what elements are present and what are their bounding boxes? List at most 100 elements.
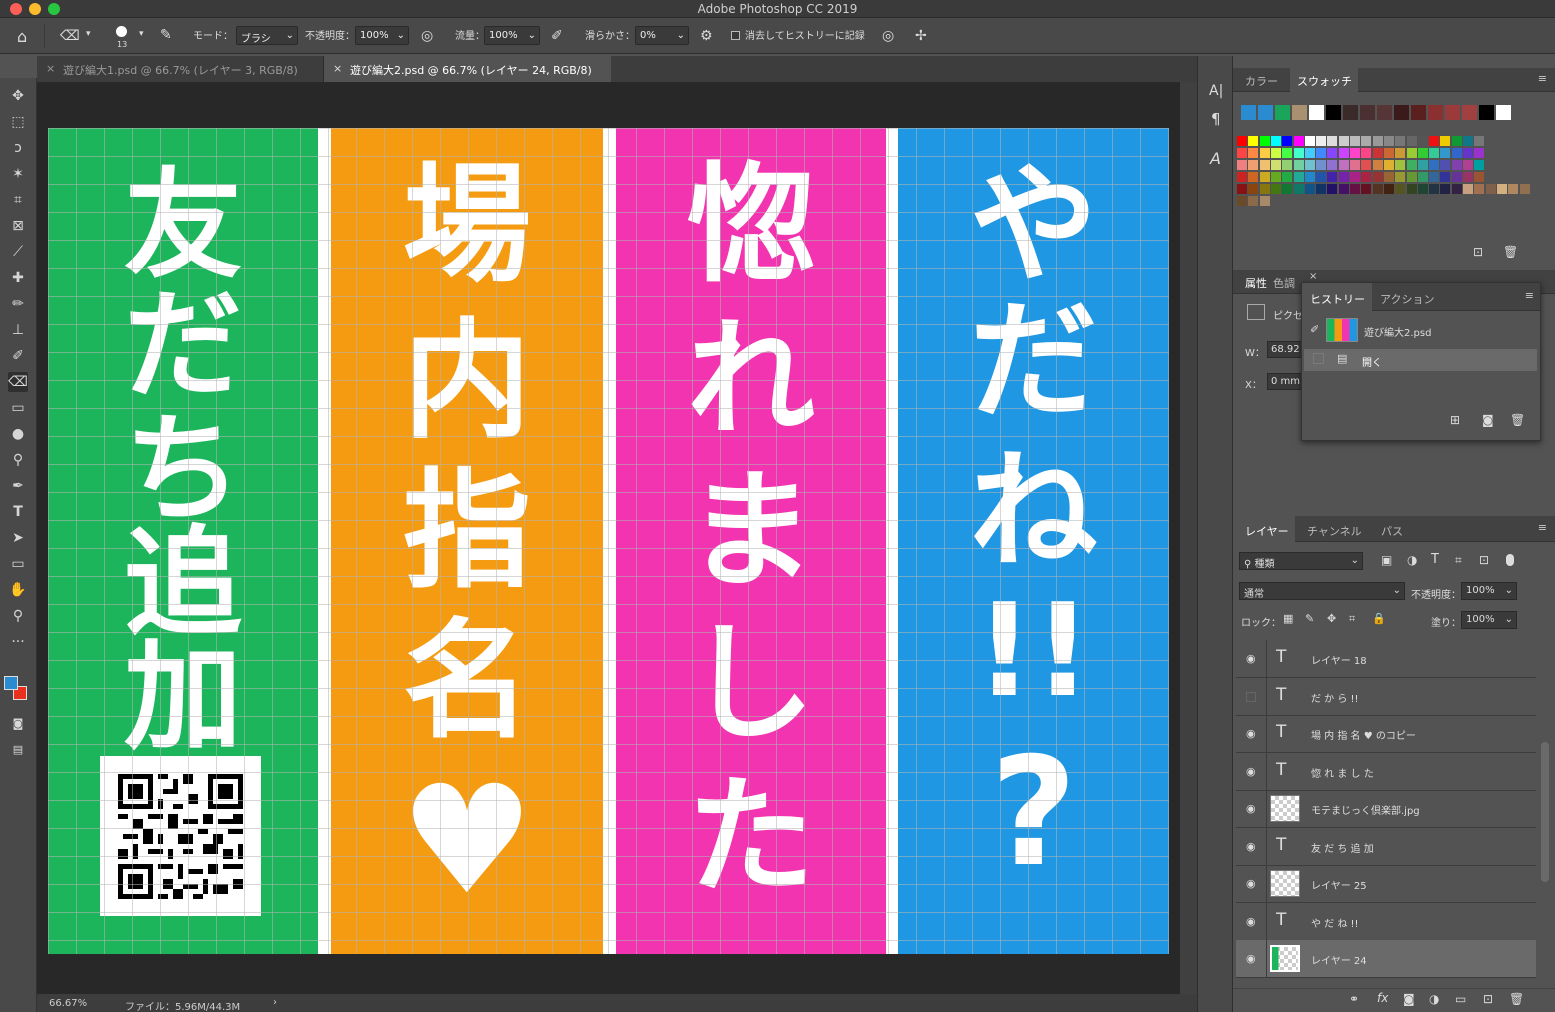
snapshot-name[interactable]: 遊び編大2.psd [1364,324,1431,339]
swatch[interactable] [1377,105,1392,120]
quick-mask-icon[interactable]: ◙ [8,714,28,734]
panel-menu-icon[interactable]: ≡ [1538,521,1547,534]
mode-select[interactable]: ブラシ ⌄ [236,26,298,45]
swatch[interactable] [1248,148,1259,158]
swatch[interactable] [1259,148,1270,158]
zoom-level[interactable]: 66.67% [49,998,87,1009]
panel-menu-icon[interactable]: ≡ [1538,72,1547,85]
swatch[interactable] [1394,105,1409,120]
document-canvas[interactable]: 友 だ ち 追 加 場 内 指 名 ♥ 惚 れ ま し た や だ ね !! ? [48,128,1169,954]
swatch[interactable] [1270,160,1281,170]
swatch[interactable] [1316,172,1327,182]
swatch[interactable] [1350,160,1360,170]
swatch[interactable] [1241,105,1256,120]
swatch[interactable] [1485,184,1496,194]
swatch[interactable] [1309,105,1324,120]
new-layer-icon[interactable]: ⊡ [1483,993,1493,1005]
swatch[interactable] [1237,160,1247,170]
swatch[interactable] [1270,184,1281,194]
move-tool-icon[interactable]: ✥ [8,86,28,106]
layer-style-icon[interactable]: fx [1377,992,1388,1004]
swatch[interactable] [1293,172,1304,182]
swatch[interactable] [1383,184,1394,194]
symmetry-icon[interactable]: ✢ [915,29,927,43]
adjustment-layer-icon[interactable]: ◑ [1429,993,1439,1005]
eye-icon[interactable]: ◉ [1246,765,1260,778]
swatch[interactable] [1304,160,1315,170]
swatch[interactable] [1316,148,1327,158]
swatch[interactable] [1406,172,1417,182]
canvas-vertical-scrollbar[interactable] [1180,82,1197,994]
foreground-color-swatch[interactable] [4,676,18,690]
tab-actions[interactable]: アクション [1380,291,1434,307]
swatch[interactable] [1259,136,1270,146]
brush-tool-icon[interactable]: ✏ [8,294,28,314]
swatch[interactable] [1327,172,1338,182]
swatch[interactable] [1417,172,1428,182]
lock-all-icon[interactable]: 🔒 [1372,613,1386,624]
tab-adjustments[interactable]: 色調 [1273,275,1295,291]
layer-mask-icon[interactable]: ◙ [1403,993,1415,1005]
swatch[interactable] [1350,184,1360,194]
eye-icon[interactable]: ◉ [1246,727,1260,740]
tab-properties[interactable]: 属性 [1245,275,1267,291]
gradient-tool-icon[interactable]: ▭ [8,398,28,418]
swatch[interactable] [1327,160,1338,170]
swatch[interactable] [1451,184,1462,194]
new-swatch-icon[interactable]: ⊡ [1473,246,1483,258]
swatch[interactable] [1462,105,1477,120]
eye-icon[interactable]: ◉ [1246,652,1260,665]
swatch[interactable] [1474,184,1485,194]
swatch[interactable] [1406,136,1417,146]
lock-position-icon[interactable]: ✥ [1327,613,1336,624]
close-tab-icon[interactable]: × [46,62,55,75]
swatch[interactable] [1282,160,1293,170]
swatch[interactable] [1304,184,1315,194]
layer-opacity-input[interactable]: 100% ⌄ [1461,582,1517,600]
swatch[interactable] [1508,184,1519,194]
swatch[interactable] [1361,184,1372,194]
swatch[interactable] [1304,148,1315,158]
swatch[interactable] [1270,136,1281,146]
paragraph-panel-icon[interactable]: ¶ [1211,112,1221,127]
swatch[interactable] [1316,184,1327,194]
magic-wand-tool-icon[interactable]: ✶ [8,164,28,184]
blur-tool-icon[interactable]: ● [8,424,28,444]
swatch[interactable] [1406,148,1417,158]
swatch[interactable] [1327,148,1338,158]
swatch[interactable] [1451,148,1462,158]
home-icon[interactable]: ⌂ [17,29,27,45]
eye-hidden-icon[interactable] [1246,691,1256,702]
swatch[interactable] [1417,148,1428,158]
swatch[interactable] [1237,196,1247,206]
swatch[interactable] [1372,160,1383,170]
swatch[interactable] [1248,196,1259,206]
swatch[interactable] [1372,172,1383,182]
swatch[interactable] [1451,136,1462,146]
swatch[interactable] [1417,136,1428,146]
brush-preview-icon[interactable] [116,26,127,37]
swatch[interactable] [1293,136,1304,146]
swatch[interactable] [1451,160,1462,170]
swatch[interactable] [1406,160,1417,170]
layer-row[interactable]: ◉ T レイヤー 18 [1236,640,1536,678]
swatch[interactable] [1372,148,1383,158]
swatch[interactable] [1395,160,1406,170]
tab-document-1[interactable]: × 遊び編大1.psd @ 66.7% (レイヤー 3, RGB/8) [37,56,324,82]
erase-history-checkbox[interactable] [731,31,740,40]
swatch[interactable] [1395,136,1406,146]
layer-row[interactable]: ◉ レイヤー 24 [1236,940,1536,978]
layer-row[interactable]: ◉ T 場 内 指 名 ♥ のコピー [1236,715,1536,753]
eye-icon[interactable]: ◉ [1246,915,1260,928]
swatch[interactable] [1304,136,1315,146]
swatch[interactable] [1395,172,1406,182]
crop-tool-icon[interactable]: ⌗ [8,190,28,210]
swatch[interactable] [1248,172,1259,182]
swatch[interactable] [1248,136,1259,146]
tab-swatches[interactable]: スウォッチ [1297,73,1352,89]
swatch[interactable] [1293,184,1304,194]
layer-row[interactable]: ◉ レイヤー 25 [1236,865,1536,903]
swatch[interactable] [1326,105,1341,120]
swatch[interactable] [1429,160,1440,170]
swatch[interactable] [1327,184,1338,194]
